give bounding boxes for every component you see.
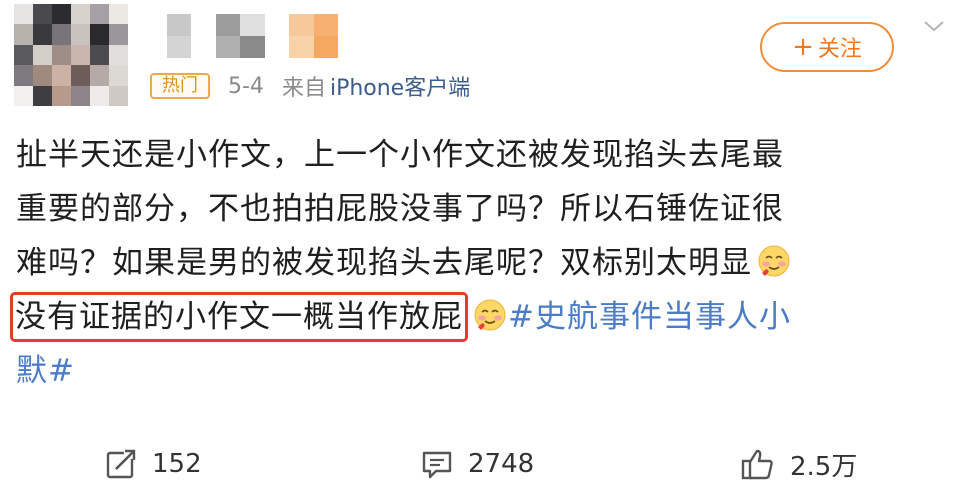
like-button[interactable]: 2.5万 bbox=[740, 442, 857, 486]
avatar-pixel bbox=[52, 85, 71, 106]
username-pixel bbox=[142, 36, 167, 58]
username-pixel bbox=[289, 14, 314, 36]
avatar-pixel bbox=[14, 24, 33, 45]
comment-count: 2748 bbox=[468, 449, 535, 479]
post-date: 5-4 bbox=[228, 73, 264, 99]
avatar-pixel bbox=[71, 24, 90, 45]
avatar-pixel bbox=[90, 85, 109, 106]
comment-icon bbox=[422, 451, 452, 479]
avatar-pixel bbox=[52, 24, 71, 45]
username-pixel bbox=[215, 14, 240, 36]
username-pixel bbox=[313, 14, 338, 36]
username-pixel bbox=[166, 36, 191, 58]
username-mosaic[interactable] bbox=[142, 14, 338, 58]
avatar-pixel bbox=[109, 65, 128, 86]
avatar-pixel bbox=[33, 4, 52, 25]
avatar-pixel bbox=[33, 44, 52, 66]
follow-button[interactable]: + 关注 bbox=[760, 22, 894, 72]
follow-label: 关注 bbox=[817, 37, 862, 62]
weibo-post: 热门 5-4 来自 iPhone客户端 + 关注 扯半天还是小作文，上一个小作文… bbox=[0, 0, 960, 500]
avatar-pixel bbox=[33, 24, 52, 45]
highlight-box: 没有证据的小作文一概当作放屁 bbox=[10, 292, 468, 342]
username-pixel bbox=[264, 36, 289, 58]
chevron-down-icon[interactable] bbox=[922, 14, 946, 38]
avatar-pixel bbox=[71, 85, 90, 106]
avatar-pixel bbox=[52, 4, 71, 25]
content-line: 没有证据的小作文一概当作放屁 #史航事件当事人小 bbox=[10, 290, 946, 344]
username-pixel bbox=[215, 36, 240, 58]
post-source[interactable]: iPhone客户端 bbox=[330, 70, 470, 102]
avatar-pixel bbox=[33, 85, 52, 106]
content-line-text: 难吗？如果是男的被发现掐头去尾呢？双标别太明显 bbox=[16, 245, 752, 281]
username-pixel bbox=[240, 14, 265, 36]
username-pixel bbox=[240, 36, 265, 58]
content-line: 扯半天还是小作文，上一个小作文还被发现掐头去尾最 bbox=[16, 137, 784, 173]
post-meta: 热门 5-4 来自 iPhone客户端 bbox=[150, 70, 470, 102]
smiling-face-with-hearts-icon bbox=[758, 245, 790, 277]
avatar-pixel bbox=[109, 4, 128, 25]
repost-icon bbox=[106, 449, 138, 479]
source-prefix: 来自 bbox=[281, 76, 326, 101]
repost-count: 152 bbox=[152, 449, 202, 479]
avatar-pixel bbox=[109, 44, 128, 66]
avatar-pixel bbox=[33, 65, 52, 86]
username-pixel bbox=[264, 14, 289, 36]
avatar[interactable] bbox=[14, 4, 128, 106]
plus-icon: + bbox=[792, 32, 814, 62]
post-content: 扯半天还是小作文，上一个小作文还被发现掐头去尾最 重要的部分，不也拍拍屁股没事了… bbox=[10, 128, 946, 398]
username-pixel bbox=[191, 36, 216, 58]
avatar-pixel bbox=[71, 44, 90, 66]
username-pixel bbox=[313, 36, 338, 58]
username-pixel bbox=[289, 36, 314, 58]
hashtag-link[interactable]: 默# bbox=[16, 353, 75, 389]
avatar-pixel bbox=[71, 4, 90, 25]
avatar-pixel bbox=[90, 4, 109, 25]
avatar-pixel bbox=[71, 65, 90, 86]
avatar-pixel bbox=[90, 24, 109, 45]
avatar-pixel bbox=[14, 85, 33, 106]
like-count: 2.5万 bbox=[790, 451, 858, 482]
content-line: 默# bbox=[16, 344, 946, 398]
hot-badge: 热门 bbox=[150, 73, 210, 99]
avatar-pixel bbox=[109, 85, 128, 106]
repost-button[interactable]: 152 bbox=[104, 442, 202, 486]
thumbs-up-icon bbox=[741, 449, 773, 480]
avatar-pixel bbox=[90, 65, 109, 86]
avatar-pixel bbox=[14, 44, 33, 66]
avatar-pixel bbox=[52, 65, 71, 86]
content-line: 重要的部分，不也拍拍屁股没事了吗？所以石锤佐证很 bbox=[16, 191, 784, 227]
action-bar: 152 2748 2.5万 bbox=[0, 436, 960, 492]
avatar-pixel bbox=[52, 44, 71, 66]
smiling-face-with-hearts-icon bbox=[474, 299, 506, 331]
avatar-pixel bbox=[14, 65, 33, 86]
avatar-pixel bbox=[90, 44, 109, 66]
username-pixel bbox=[166, 14, 191, 36]
content-line: 难吗？如果是男的被发现掐头去尾呢？双标别太明显 bbox=[16, 236, 946, 290]
comment-button[interactable]: 2748 bbox=[420, 442, 534, 486]
highlight-text: 没有证据的小作文一概当作放屁 bbox=[15, 299, 463, 335]
hashtag-link[interactable]: #史航事件当事人小 bbox=[508, 299, 791, 335]
avatar-pixel bbox=[14, 4, 33, 25]
username-pixel bbox=[191, 14, 216, 36]
avatar-pixel bbox=[109, 24, 128, 45]
username-pixel bbox=[142, 14, 167, 36]
